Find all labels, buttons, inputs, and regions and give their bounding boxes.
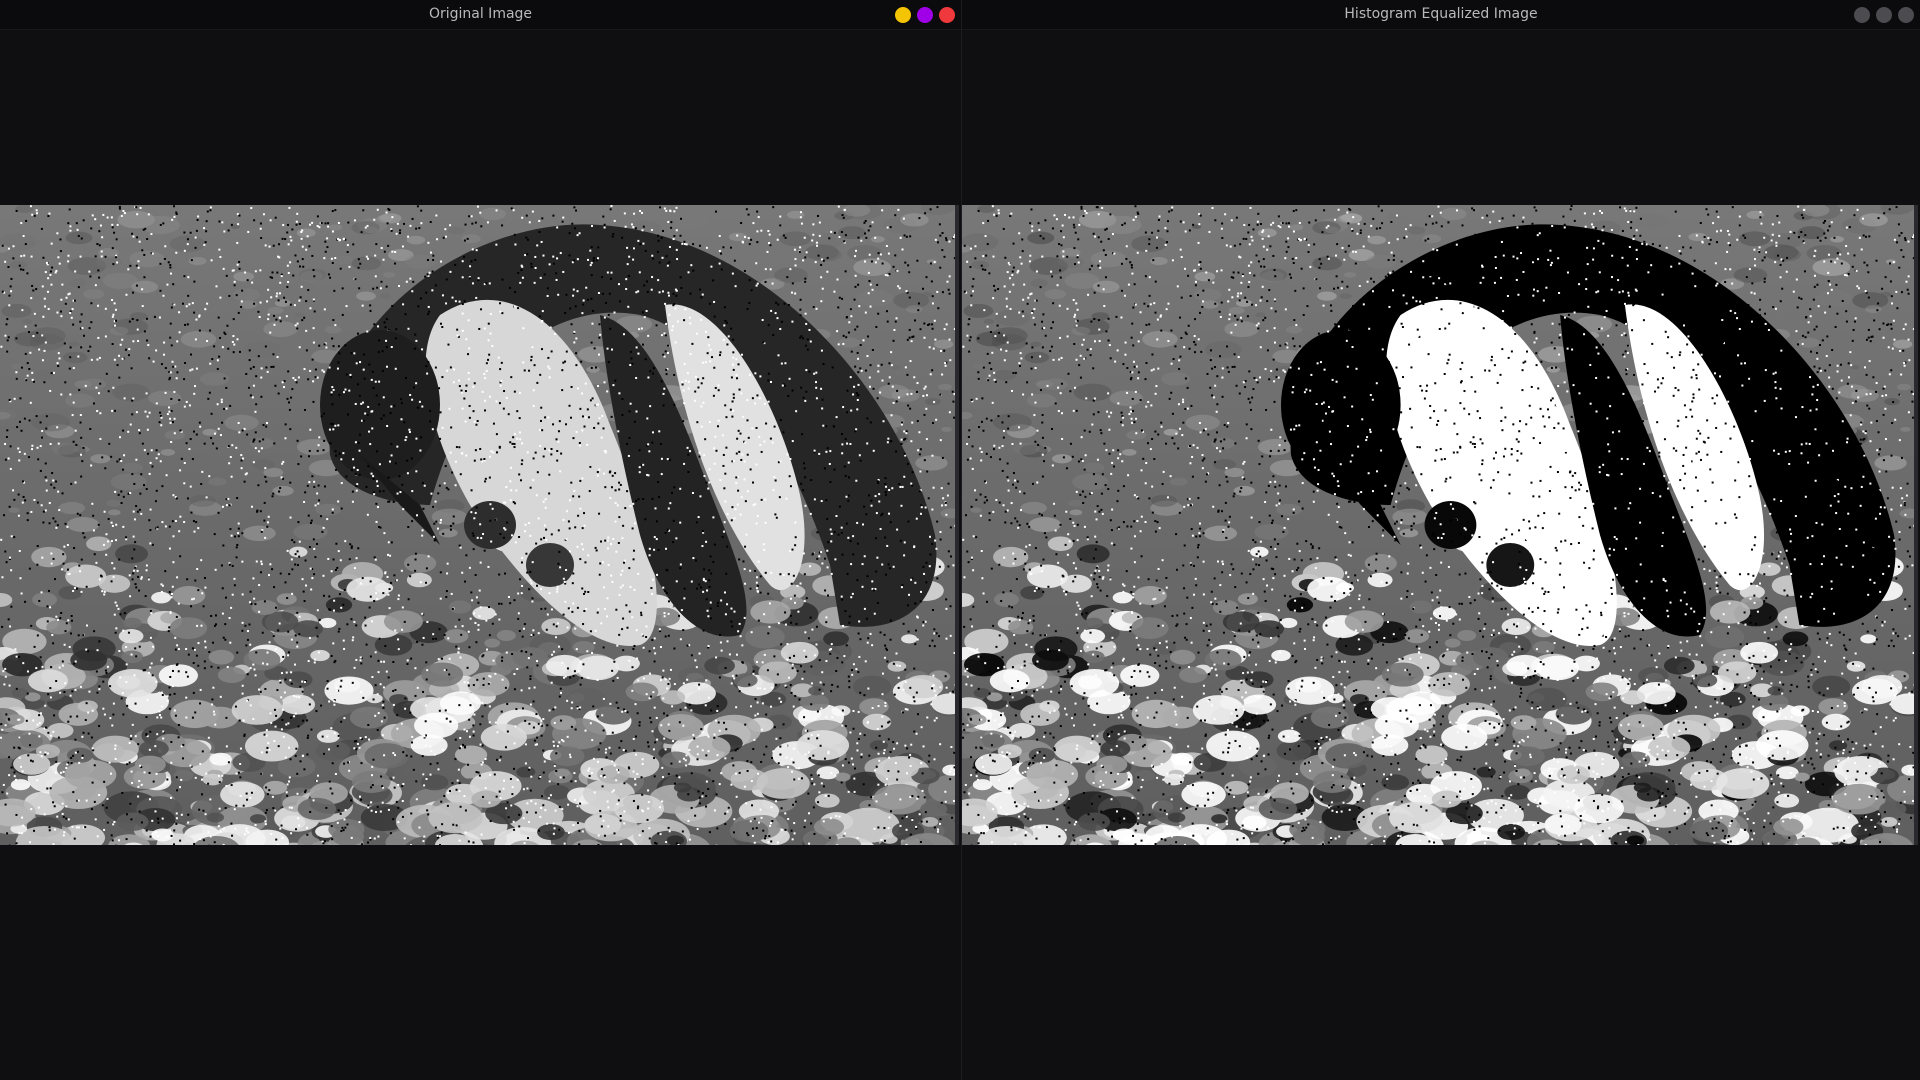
chick	[1424, 501, 1477, 549]
image-border-equalized	[1914, 205, 1918, 845]
chick	[1486, 543, 1535, 587]
close-button[interactable]	[939, 7, 955, 23]
window-title-original: Original Image	[428, 6, 533, 22]
window-equalized-image[interactable]: Histogram Equalized Image	[962, 0, 1920, 1080]
equalized-image-canvas	[962, 205, 1914, 845]
minimize-button[interactable]	[1854, 7, 1870, 23]
titlebar-equalized[interactable]: Histogram Equalized Image	[962, 0, 1920, 30]
equalized-penguin-image	[962, 205, 1914, 845]
chick	[526, 543, 574, 587]
maximize-button[interactable]	[917, 7, 933, 23]
window-controls-equalized	[1854, 7, 1914, 23]
window-original-image[interactable]: Original Image	[0, 0, 961, 1080]
desktop: Original Image Histogram Equalized Image	[0, 0, 1920, 1080]
window-controls-original	[895, 7, 955, 23]
window-title-equalized: Histogram Equalized Image	[1344, 6, 1538, 22]
maximize-button[interactable]	[1876, 7, 1892, 23]
chick	[464, 501, 516, 549]
close-button[interactable]	[1898, 7, 1914, 23]
titlebar-original[interactable]: Original Image	[0, 0, 961, 30]
image-border-original	[955, 205, 959, 845]
original-image-canvas	[0, 205, 955, 845]
minimize-button[interactable]	[895, 7, 911, 23]
original-penguin-image	[0, 205, 955, 845]
